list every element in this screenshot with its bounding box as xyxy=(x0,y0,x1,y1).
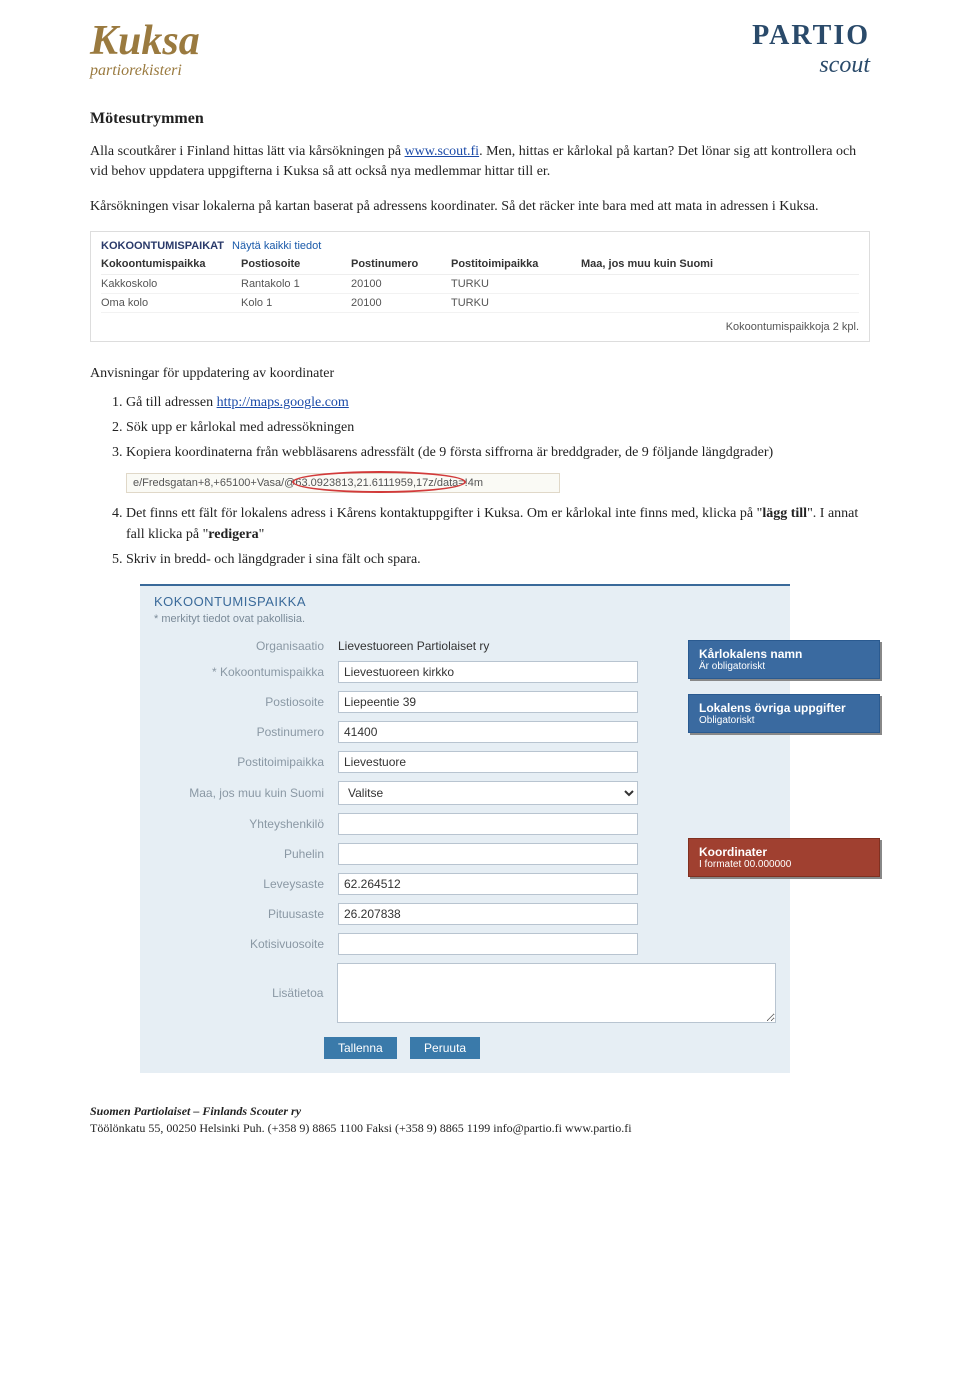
step-1-text: Gå till adressen xyxy=(126,395,217,410)
label-lon: Pituusaste xyxy=(154,907,338,921)
header: Kuksa partiorekisteri PARTIO scout xyxy=(90,20,870,80)
callout-coords-title: Koordinater xyxy=(699,845,869,859)
p1-text-a: Alla scoutkårer i Finland hittas lätt vi… xyxy=(90,144,405,159)
url-bar-example: e/Fredsgatan+8,+65100+Vasa/@63.0923813,2… xyxy=(126,473,560,493)
footer-org: Suomen Partiolaiset – Finlands Scouter r… xyxy=(90,1103,870,1120)
scout-fi-link[interactable]: www.scout.fi xyxy=(405,144,480,159)
form-title: KOKOONTUMISPAIKKA xyxy=(140,586,790,611)
label-org: Organisaatio xyxy=(154,639,338,653)
meeting-places-screenshot: KOKOONTUMISPAIKAT Näytä kaikki tiedot Ko… xyxy=(90,231,870,342)
input-street[interactable] xyxy=(338,691,638,713)
table-row: Oma kolo Kolo 1 20100 TURKU xyxy=(101,294,859,313)
label-contact: Yhteyshenkilö xyxy=(154,817,338,831)
cell: Oma kolo xyxy=(101,297,241,309)
step-5: Skriv in bredd- och längdgrader i sina f… xyxy=(126,549,870,570)
callout-name-title: Kårlokalens namn xyxy=(699,647,869,661)
step-4-a: Det finns ett fält för lokalens adress i… xyxy=(126,506,762,521)
cell: Kolo 1 xyxy=(241,297,351,309)
cell xyxy=(581,278,859,290)
label-city: Postitoimipaikka xyxy=(154,755,338,769)
step-1: Gå till adressen http://maps.google.com xyxy=(126,392,870,413)
input-web[interactable] xyxy=(338,933,638,955)
cell: TURKU xyxy=(451,278,581,290)
form-mandatory-note: * merkityt tiedot ovat pakollisia. xyxy=(140,611,790,635)
col-zip: Postinumero xyxy=(351,258,451,270)
label-phone: Puhelin xyxy=(154,847,338,861)
callout-coords: Koordinater I formatet 00.000000 xyxy=(688,838,880,877)
input-place[interactable] xyxy=(338,661,638,683)
value-org: Lievestuoreen Partiolaiset ry xyxy=(338,639,489,653)
input-zip[interactable] xyxy=(338,721,638,743)
callout-coords-sub: I formatet 00.000000 xyxy=(699,859,869,870)
input-lat[interactable] xyxy=(338,873,638,895)
callout-name: Kårlokalens namn Är obligatoriskt xyxy=(688,640,880,679)
callout-other: Lokalens övriga uppgifter Obligatoriskt xyxy=(688,694,880,733)
footer-address: Töölönkatu 55, 00250 Helsinki Puh. (+358… xyxy=(90,1120,870,1137)
save-button[interactable]: Tallenna xyxy=(324,1037,397,1059)
step-4-bold-2: redigera xyxy=(208,527,258,542)
cancel-button[interactable]: Peruuta xyxy=(410,1037,480,1059)
logo-partio: PARTIO scout xyxy=(752,20,870,79)
logo-partio-sub: scout xyxy=(752,52,870,79)
col-place: Kokoontumispaikka xyxy=(101,258,241,270)
step-4: Det finns ett fält för lokalens adress i… xyxy=(126,503,870,545)
logo-partio-text: PARTIO xyxy=(752,20,870,52)
table-heading: KOKOONTUMISPAIKAT xyxy=(101,240,224,252)
cell: 20100 xyxy=(351,278,451,290)
cell xyxy=(581,297,859,309)
input-contact[interactable] xyxy=(338,813,638,835)
instructions-heading: Anvisningar för uppdatering av koordinat… xyxy=(90,366,870,382)
label-info: Lisätietoa xyxy=(154,986,337,1000)
logo-kuksa-sub: partiorekisteri xyxy=(90,62,200,80)
col-country: Maa, jos muu kuin Suomi xyxy=(581,258,859,270)
page-footer: Suomen Partiolaiset – Finlands Scouter r… xyxy=(0,1093,960,1151)
intro-paragraph-2: Kårsökningen visar lokalerna på kartan b… xyxy=(90,197,870,217)
cell: Kakkoskolo xyxy=(101,278,241,290)
step-4-e: " xyxy=(259,527,265,542)
input-lon[interactable] xyxy=(338,903,638,925)
step-4-bold-1: lägg till xyxy=(762,506,807,521)
instructions-list-cont: Det finns ett fält för lokalens adress i… xyxy=(90,503,870,570)
label-lat: Leveysaste xyxy=(154,877,338,891)
col-city: Postitoimipaikka xyxy=(451,258,581,270)
step-3: Kopiera koordinaterna från webbläsarens … xyxy=(126,442,870,463)
cell: 20100 xyxy=(351,297,451,309)
callout-other-sub: Obligatoriskt xyxy=(699,715,869,726)
textarea-info[interactable] xyxy=(337,963,776,1023)
highlight-ring-icon xyxy=(292,471,466,493)
callout-name-sub: Är obligatoriskt xyxy=(699,661,869,672)
col-street: Postiosoite xyxy=(241,258,351,270)
label-web: Kotisivuosoite xyxy=(154,937,338,951)
input-phone[interactable] xyxy=(338,843,638,865)
label-zip: Postinumero xyxy=(154,725,338,739)
select-country[interactable]: Valitse xyxy=(338,781,638,805)
logo-kuksa-text: Kuksa xyxy=(90,20,200,62)
logo-kuksa: Kuksa partiorekisteri xyxy=(90,20,200,80)
cell: TURKU xyxy=(451,297,581,309)
page-title: Mötesutrymmen xyxy=(90,110,870,128)
intro-paragraph-1: Alla scoutkårer i Finland hittas lätt vi… xyxy=(90,142,870,183)
show-all-link[interactable]: Näytä kaikki tiedot xyxy=(232,240,321,252)
instructions-list: Gå till adressen http://maps.google.com … xyxy=(90,392,870,463)
label-street: Postiosoite xyxy=(154,695,338,709)
callout-other-title: Lokalens övriga uppgifter xyxy=(699,701,869,715)
table-row: Kakkoskolo Rantakolo 1 20100 TURKU xyxy=(101,275,859,294)
label-place: * Kokoontumispaikka xyxy=(154,665,338,679)
label-country: Maa, jos muu kuin Suomi xyxy=(154,786,338,800)
cell: Rantakolo 1 xyxy=(241,278,351,290)
maps-link[interactable]: http://maps.google.com xyxy=(217,395,349,410)
step-2: Sök upp er kårlokal med adressökningen xyxy=(126,417,870,438)
table-footer: Kokoontumispaikkoja 2 kpl. xyxy=(101,321,859,333)
input-city[interactable] xyxy=(338,751,638,773)
